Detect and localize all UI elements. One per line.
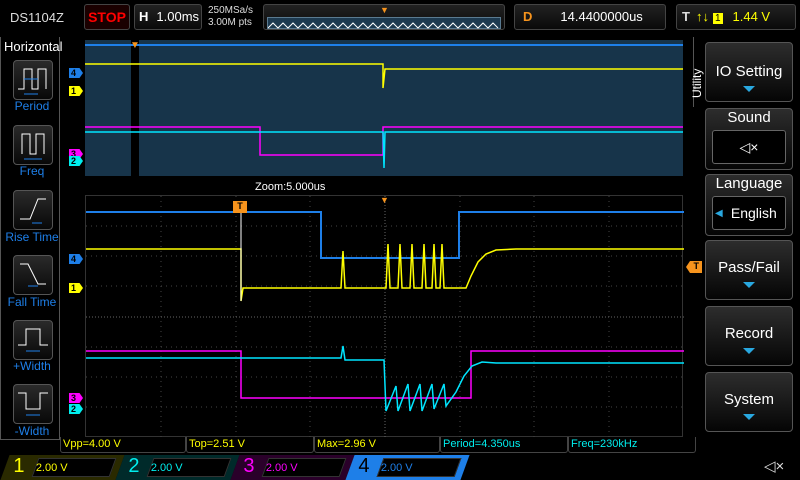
trigger-label: T xyxy=(682,9,690,24)
measurement-period[interactable]: Period=4.350us xyxy=(440,437,568,453)
record-button[interactable]: Record xyxy=(705,306,793,366)
negative-width-label: -Width xyxy=(14,424,50,438)
channel-1-number: 1 xyxy=(13,455,25,477)
channel-4-button[interactable]: 4 2.00 V xyxy=(345,455,470,480)
utility-menu: IO Setting Sound ◁× Language ◀ English Pass… xyxy=(688,37,800,440)
io-setting-button[interactable]: IO Setting xyxy=(705,42,793,102)
zoom-label: Zoom:5.000us xyxy=(255,181,326,193)
sound-muted-icon[interactable]: ◁× xyxy=(764,457,784,475)
channel-4-number: 4 xyxy=(358,455,370,477)
freq-button[interactable] xyxy=(13,125,53,165)
sound-muted-icon: ◁× xyxy=(712,130,786,164)
fall-time-button[interactable] xyxy=(13,255,53,295)
ch1-marker[interactable]: 1 xyxy=(69,283,83,293)
menu-title: Utility xyxy=(690,68,704,98)
ch2-marker-overview[interactable]: 2 xyxy=(69,156,83,166)
channel-2-scale: 2.00 V xyxy=(150,462,183,474)
channel-bar: 1 2.00 V 2 2.00 V 3 2.00 V 4 2.00 V ◁× xyxy=(0,455,800,480)
positive-width-button[interactable] xyxy=(13,320,53,360)
channel-3-scale: 2.00 V xyxy=(265,462,298,474)
acquisition-info: 250MSa/s 3.00M pts xyxy=(208,5,253,29)
delay-box[interactable]: D 14.4400000us xyxy=(514,4,666,30)
system-label: System xyxy=(723,391,774,408)
submenu-arrow-icon xyxy=(743,414,755,420)
pass-fail-button[interactable]: Pass/Fail xyxy=(705,240,793,300)
center-marker-icon: ▼ xyxy=(380,195,389,205)
overview-waveform-window[interactable] xyxy=(85,40,683,176)
period-icon xyxy=(18,68,47,95)
language-value: English xyxy=(730,205,777,221)
rise-time-button[interactable] xyxy=(13,190,53,230)
period-button[interactable] xyxy=(13,60,53,100)
timebase-label: H xyxy=(139,9,149,24)
record-label: Record xyxy=(724,325,774,342)
ch1-marker-overview[interactable]: 1 xyxy=(69,86,83,96)
channel-3-button[interactable]: 3 2.00 V xyxy=(230,455,355,480)
ch2-trace-overview xyxy=(85,131,683,169)
left-arrow-icon: ◀ xyxy=(715,208,723,219)
system-button[interactable]: System xyxy=(705,372,793,432)
negative-width-icon xyxy=(18,392,48,416)
channel-4-scale: 2.00 V xyxy=(380,462,413,474)
language-label: Language xyxy=(715,175,783,192)
freq-icon xyxy=(21,133,45,160)
submenu-arrow-icon xyxy=(743,282,755,288)
fall-time-label: Fall Time xyxy=(7,295,57,309)
sample-rate: 250MSa/s xyxy=(208,5,254,16)
io-setting-label: IO Setting xyxy=(715,63,783,80)
freq-label: Freq xyxy=(19,164,45,178)
submenu-arrow-icon xyxy=(743,86,755,92)
horizontal-menu: Horizontal Period Freq Rise Time Fall Ti… xyxy=(0,37,63,440)
channel-2-button[interactable]: 2 2.00 V xyxy=(115,455,240,480)
zoom-window-indicator xyxy=(131,40,139,176)
negative-width-button[interactable] xyxy=(13,384,53,424)
language-button[interactable]: Language ◀ English xyxy=(705,174,793,236)
channel-1-scale: 2.00 V xyxy=(35,462,68,474)
ch4-marker-overview[interactable]: 4 xyxy=(69,68,83,78)
ch4-marker[interactable]: 4 xyxy=(69,254,83,264)
measurement-bar: Vpp=4.00 V Top=2.51 V Max=2.96 V Period=… xyxy=(60,437,700,453)
timebase-box[interactable]: H 1.00ms xyxy=(134,4,202,30)
sound-button[interactable]: Sound ◁× xyxy=(705,108,793,170)
ch2-marker[interactable]: 2 xyxy=(69,404,83,414)
overview-trigger-marker: ▼ xyxy=(130,40,140,51)
sound-label: Sound xyxy=(727,109,771,126)
memory-depth: 3.00M pts xyxy=(208,17,252,28)
measurement-max[interactable]: Max=2.96 V xyxy=(314,437,440,453)
timebase-value: 1.00ms xyxy=(156,9,200,24)
positive-width-label: +Width xyxy=(13,359,51,373)
zoomed-waveform-grid[interactable] xyxy=(85,195,684,438)
rise-time-label: Rise Time xyxy=(5,230,59,244)
measurement-vpp[interactable]: Vpp=4.00 V xyxy=(60,437,186,453)
zoomed-traces xyxy=(86,196,684,438)
period-label: Period xyxy=(14,99,50,113)
trigger-box[interactable]: T ↑↓ 1 1.44 V xyxy=(676,4,796,30)
rise-time-icon xyxy=(20,198,46,224)
model-name: DS1104Z xyxy=(10,10,64,25)
memory-overview-strip[interactable]: ▼ xyxy=(263,4,505,30)
trigger-edge-icon: ↑↓ xyxy=(695,9,709,24)
menu-title: Horizontal xyxy=(4,39,63,54)
positive-width-icon xyxy=(18,328,48,352)
ch1-trace-overview xyxy=(85,63,683,89)
delay-value: 14.4400000us xyxy=(560,9,643,24)
pass-fail-label: Pass/Fail xyxy=(718,259,780,276)
overview-traces xyxy=(85,40,683,176)
channel-3-number: 3 xyxy=(243,455,255,477)
submenu-arrow-icon xyxy=(743,348,755,354)
run-stop-status[interactable]: STOP xyxy=(84,4,130,30)
measurement-top[interactable]: Top=2.51 V xyxy=(186,437,314,453)
measurement-freq[interactable]: Freq=230kHz xyxy=(568,437,696,453)
trigger-position-icon: ▼ xyxy=(380,5,389,15)
trigger-level: 1.44 V xyxy=(732,9,771,24)
channel-2-number: 2 xyxy=(128,455,140,477)
trigger-position-marker[interactable]: T xyxy=(233,201,247,213)
delay-label: D xyxy=(523,9,533,24)
ch3-marker[interactable]: 3 xyxy=(69,393,83,403)
fall-time-icon xyxy=(20,263,46,287)
memory-waveform xyxy=(267,17,501,29)
trigger-source: 1 xyxy=(712,13,723,24)
channel-1-button[interactable]: 1 2.00 V xyxy=(0,455,125,480)
